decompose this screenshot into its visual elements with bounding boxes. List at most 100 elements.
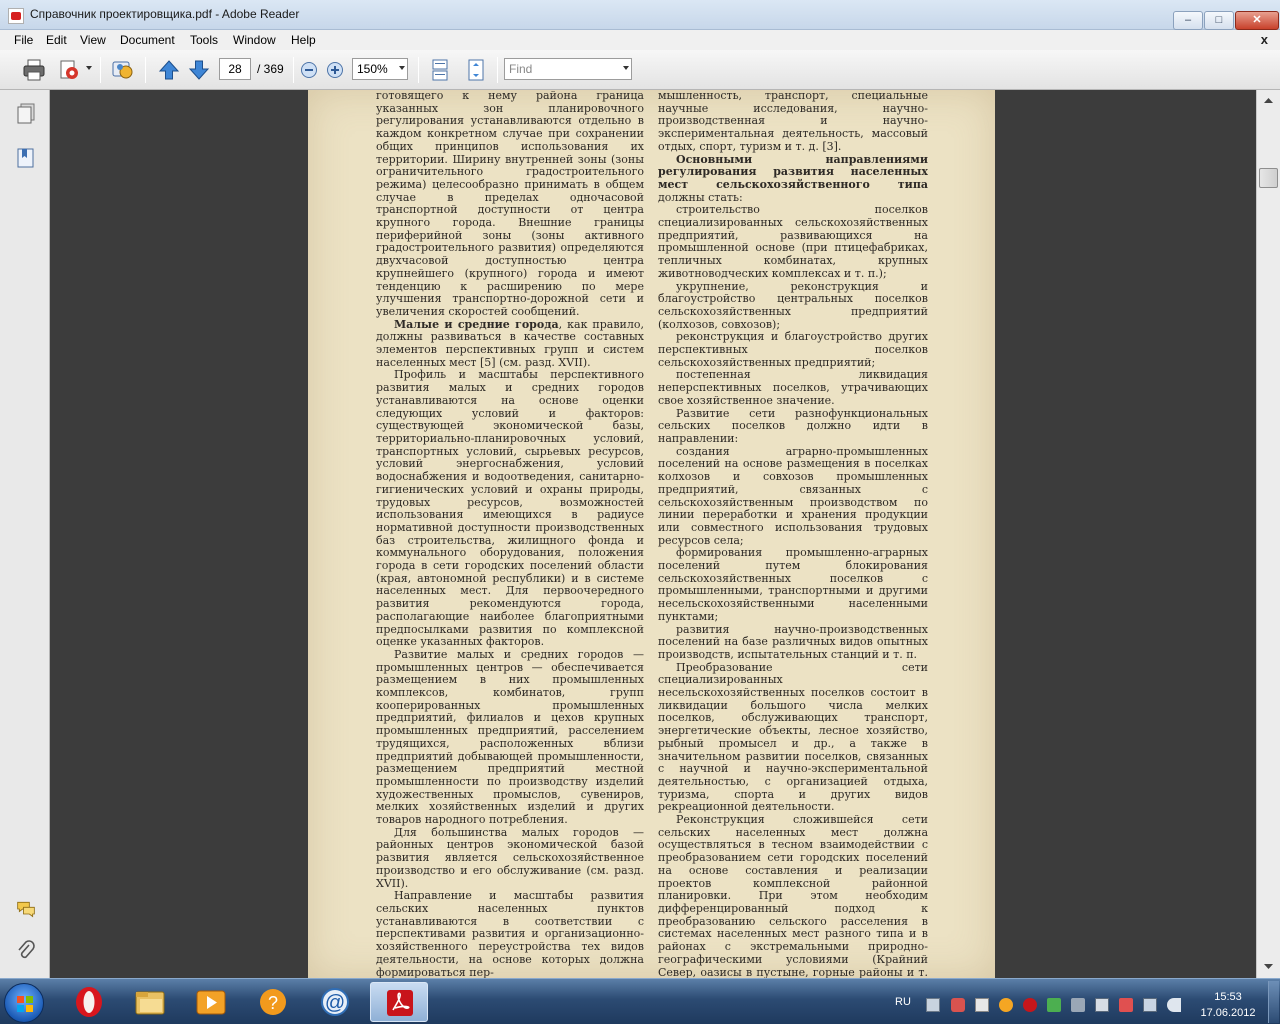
document-area[interactable]: готовящего к нему района граница указанн… [50, 90, 1256, 978]
language-indicator[interactable]: RU [895, 996, 911, 1008]
opera-icon[interactable] [60, 982, 118, 1022]
security-check-icon[interactable] [1047, 998, 1061, 1012]
vertical-scrollbar[interactable] [1256, 90, 1280, 978]
zoom-dropdown-icon[interactable] [399, 66, 405, 70]
page-text-right-column: мышленность, транспорт, специальные науч… [658, 90, 928, 978]
share-icon[interactable] [111, 58, 135, 82]
minimize-button[interactable]: – [1173, 11, 1203, 30]
scroll-down-arrow-icon[interactable] [1260, 958, 1277, 975]
paragraph: строительство поселков специализированны… [658, 204, 928, 280]
paragraph: Реконструкция сложившейся сети сельских … [658, 813, 928, 978]
paragraph-text: Профиль и масштабы перспективного развит… [376, 368, 644, 649]
attachments-icon[interactable] [16, 940, 36, 962]
keyboard-icon[interactable] [926, 998, 940, 1012]
paragraph: постепенная ликвидация неперспективных п… [658, 369, 928, 407]
find-input[interactable]: Find [504, 58, 632, 80]
clock-date[interactable]: 17.06.2012 [1196, 1007, 1260, 1019]
page-text-left-column: готовящего к нему района граница указанн… [376, 90, 644, 978]
menu-help[interactable]: Help [291, 33, 316, 47]
fit-page-icon[interactable] [464, 58, 488, 82]
paragraph-text: должны стать: [658, 190, 743, 204]
clock-time[interactable]: 15:53 [1200, 991, 1256, 1003]
update-tray-icon[interactable] [999, 998, 1013, 1012]
adobe-reader-icon[interactable] [370, 982, 428, 1022]
comments-icon[interactable] [16, 898, 36, 920]
scrollbar-thumb[interactable] [1259, 168, 1278, 188]
paragraph-text: Направление и масштабы развития сельских… [376, 889, 644, 978]
file-explorer-icon[interactable] [121, 982, 179, 1022]
zoom-in-icon[interactable] [326, 61, 344, 79]
title-bar: Справочник проектировщика.pdf - Adobe Re… [0, 0, 1280, 30]
scrolling-mode-icon[interactable] [428, 58, 452, 82]
paragraph: Развитие малых и средних городов — промы… [376, 647, 644, 827]
safely-remove-icon[interactable] [1071, 998, 1085, 1012]
opera-tray-icon[interactable] [1023, 998, 1037, 1012]
menu-edit[interactable]: Edit [46, 33, 67, 47]
volume-icon[interactable] [1167, 998, 1181, 1012]
svg-text:?: ? [268, 993, 278, 1013]
page-total: / 369 [257, 62, 284, 76]
media-player-icon[interactable] [182, 982, 240, 1022]
find-dropdown-icon[interactable] [623, 66, 629, 70]
menu-window[interactable]: Window [233, 33, 276, 47]
paragraph: мышленность, транспорт, специальные науч… [658, 90, 928, 154]
scroll-up-arrow-icon[interactable] [1260, 92, 1277, 109]
navigation-pane [0, 90, 50, 978]
menu-tools[interactable]: Tools [190, 33, 218, 47]
toolbar-divider [418, 57, 419, 83]
device-icon[interactable] [975, 998, 989, 1012]
menu-view[interactable]: View [80, 33, 106, 47]
next-page-icon[interactable] [187, 58, 211, 82]
start-button[interactable] [4, 983, 44, 1023]
maximize-button[interactable]: □ [1204, 11, 1234, 30]
paragraph-heading: Основными направлениями регулирования ра… [658, 152, 928, 191]
paragraph: Профиль и масштабы перспективного развит… [376, 369, 644, 648]
paragraph: Для большинства малых городов — районных… [376, 826, 644, 891]
bookmarks-icon[interactable] [16, 147, 36, 169]
paragraph-text: реконструкция и благоустройство других п… [658, 330, 928, 369]
toolbar-divider [145, 57, 146, 83]
paragraph-heading: Малые и средние города [394, 317, 559, 331]
email-icon[interactable]: @ [306, 982, 364, 1022]
paragraph-text: Преобразование сети специализированных н… [658, 660, 928, 814]
svg-text:@: @ [325, 992, 345, 1014]
antivirus-icon[interactable] [951, 998, 965, 1012]
paragraph-text: строительство поселков специализированны… [658, 203, 928, 280]
paragraph: реконструкция и благоустройство других п… [658, 330, 928, 369]
close-button[interactable]: ✕ [1235, 11, 1279, 30]
menu-file[interactable]: File [14, 33, 33, 47]
toolbar-divider [497, 57, 498, 83]
menu-bar: File Edit View Document Tools Window Hel… [0, 30, 1280, 50]
network-warning-icon[interactable] [1119, 998, 1133, 1012]
paragraph-text: Развитие малых и средних городов — промы… [376, 647, 644, 827]
window-title: Справочник проектировщика.pdf - Adobe Re… [30, 7, 300, 21]
page-number-input[interactable]: 28 [219, 58, 251, 80]
flag-icon[interactable] [1095, 998, 1109, 1012]
paragraph-text: Реконструкция сложившейся сети сельских … [658, 813, 928, 978]
zoom-out-icon[interactable] [300, 61, 318, 79]
paragraph: развития научно-производственных поселен… [658, 623, 928, 662]
paragraph: укрупнение, реконструкция и благоустройс… [658, 279, 928, 332]
collaborate-icon[interactable] [57, 58, 81, 82]
previous-page-icon[interactable] [157, 58, 181, 82]
paragraph: Развитие сети разнофункциональных сельск… [658, 406, 928, 446]
paragraph-text: готовящего к нему района граница указанн… [376, 90, 644, 318]
taskbar: ? @ RU 15:53 17.06.2012 [0, 978, 1280, 1024]
print-icon[interactable] [22, 58, 46, 82]
paragraph-text: укрупнение, реконструкция и благоустройс… [658, 279, 928, 331]
collaborate-dropdown-icon[interactable] [86, 66, 92, 70]
paragraph-text: постепенная ликвидация неперспективных п… [658, 368, 928, 407]
menu-document[interactable]: Document [120, 33, 175, 47]
paragraph-text: Развитие сети разнофункциональных сельск… [658, 406, 928, 445]
network-icon[interactable] [1143, 998, 1157, 1012]
paragraph: готовящего к нему района граница указанн… [376, 90, 644, 319]
paragraph-text: создания аграрно-промышленных поселений … [658, 444, 928, 547]
pages-icon[interactable] [16, 103, 36, 125]
paragraph: Направление и масштабы развития сельских… [376, 889, 644, 978]
toolbar: 28 / 369 150% Find [0, 50, 1280, 90]
close-document-button[interactable]: x [1261, 32, 1268, 47]
show-desktop-button[interactable] [1268, 981, 1279, 1023]
paragraph: Малые и средние города, как правило, дол… [376, 317, 644, 370]
pdf-page: готовящего к нему района граница указанн… [308, 90, 995, 978]
updater-icon[interactable]: ? [244, 982, 302, 1022]
